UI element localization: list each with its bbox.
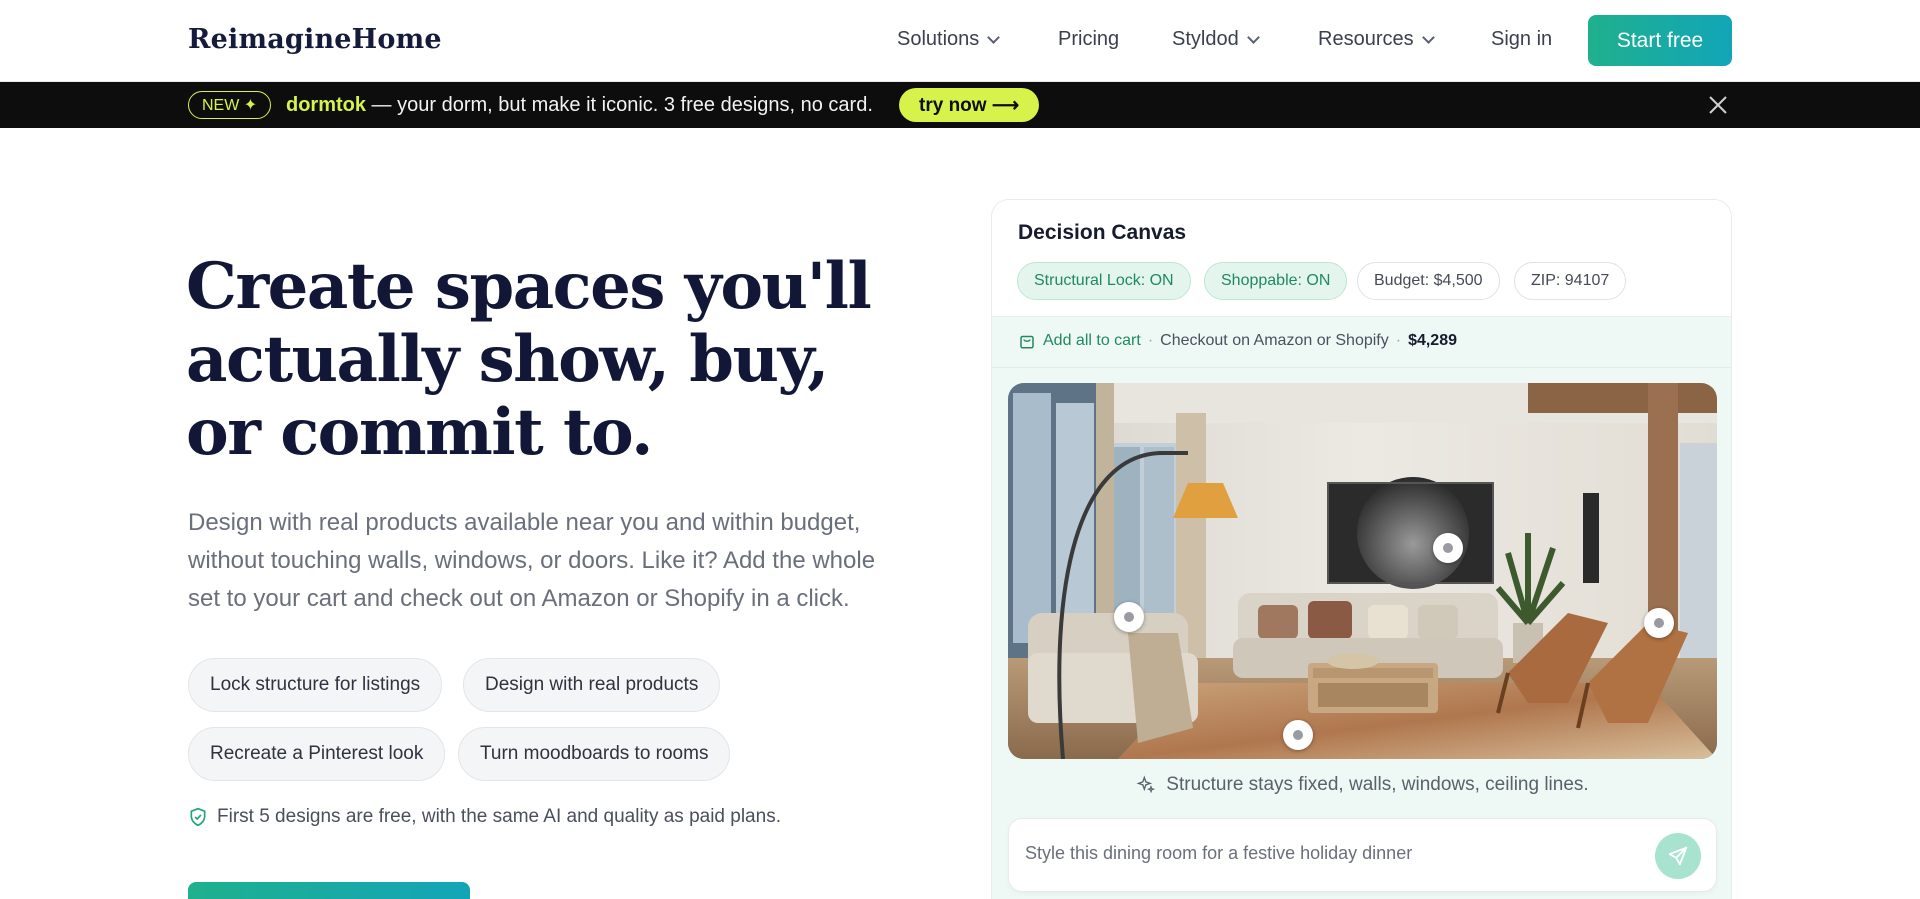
budget-pill[interactable]: Budget: $4,500	[1357, 262, 1500, 300]
card-header: Decision Canvas Structural Lock: ON Shop…	[992, 200, 1731, 317]
checkout-text: Checkout on Amazon or Shopify	[1160, 332, 1389, 349]
nav-solutions[interactable]: Solutions	[897, 28, 1001, 51]
divider	[992, 367, 1731, 368]
nav-styldod-label: Styldod	[1172, 28, 1239, 50]
free-note-text: First 5 designs are free, with the same …	[217, 806, 781, 827]
zip-pill[interactable]: ZIP: 94107	[1514, 262, 1627, 300]
nav-pricing-label: Pricing	[1058, 28, 1120, 50]
structure-note: Structure stays fixed, walls, windows, c…	[992, 774, 1731, 796]
structural-lock-pill[interactable]: Structural Lock: ON	[1017, 262, 1191, 300]
shoppable-pill[interactable]: Shoppable: ON	[1204, 262, 1348, 300]
prompt-input[interactable]	[1025, 843, 1625, 864]
announcement-brand: dormtok	[286, 94, 366, 116]
send-icon	[1668, 846, 1688, 866]
chevron-down-icon	[987, 30, 1001, 44]
chevron-down-icon	[1421, 30, 1435, 44]
chevron-down-icon	[1246, 30, 1260, 44]
nav-styldod[interactable]: Styldod	[1172, 28, 1260, 51]
nav-resources[interactable]: Resources	[1318, 28, 1435, 51]
cart-line: Add all to cart · Checkout on Amazon or …	[1018, 332, 1457, 350]
product-hotspot-art[interactable]	[1433, 533, 1463, 563]
top-navbar: ReimagineHome Solutions Pricing Styldod …	[0, 0, 1920, 82]
separator-dot: ·	[1395, 332, 1402, 349]
announcement-message: — your dorm, but make it iconic. 3 free …	[366, 94, 873, 116]
try-now-button[interactable]: try now ⟶	[899, 88, 1040, 122]
send-button[interactable]	[1655, 833, 1701, 879]
chip-pinterest-look[interactable]: Recreate a Pinterest look	[188, 727, 446, 781]
cart-total: $4,289	[1408, 332, 1457, 349]
product-hotspot-chair[interactable]	[1644, 608, 1674, 638]
start-free-button[interactable]: Start free	[1588, 15, 1732, 66]
logo[interactable]: ReimagineHome	[188, 24, 442, 55]
living-room-image	[1008, 383, 1717, 759]
primary-cta-button[interactable]	[188, 882, 470, 899]
structure-note-text: Structure stays fixed, walls, windows, c…	[1166, 774, 1589, 795]
shield-check-icon	[190, 807, 206, 827]
hero-subtitle: Design with real products available near…	[188, 509, 876, 612]
shopping-bag-icon	[1020, 335, 1034, 349]
add-all-to-cart-link[interactable]: Add all to cart	[1043, 332, 1141, 350]
sign-in-link[interactable]: Sign in	[1491, 28, 1552, 51]
nav-pricing[interactable]: Pricing	[1058, 28, 1119, 51]
sign-in-label: Sign in	[1491, 28, 1553, 50]
chip-real-products[interactable]: Design with real products	[463, 658, 721, 712]
announcement-bar: NEW ✦ dormtok — your dorm, but make it i…	[0, 82, 1920, 128]
room-render-image	[1008, 383, 1717, 759]
decision-canvas-card: Decision Canvas Structural Lock: ON Shop…	[991, 199, 1732, 899]
hero-title: Create spaces you'll actually show, buy,…	[186, 249, 872, 470]
sparkle-icon	[1136, 775, 1156, 794]
card-body: Add all to cart · Checkout on Amazon or …	[992, 317, 1731, 899]
close-icon[interactable]	[1706, 93, 1730, 117]
card-title: Decision Canvas	[1018, 221, 1187, 244]
free-designs-note: First 5 designs are free, with the same …	[188, 806, 781, 828]
chip-moodboards[interactable]: Turn moodboards to rooms	[458, 727, 731, 781]
new-badge: NEW ✦	[188, 91, 272, 119]
nav-resources-label: Resources	[1318, 28, 1414, 50]
product-hotspot-rug[interactable]	[1283, 720, 1313, 750]
product-hotspot-sofa[interactable]	[1114, 602, 1144, 632]
announcement-text: dormtok — your dorm, but make it iconic.…	[286, 94, 873, 117]
prompt-box	[1008, 818, 1717, 892]
chip-lock-structure[interactable]: Lock structure for listings	[188, 658, 443, 712]
separator-dot: ·	[1147, 332, 1154, 349]
nav-solutions-label: Solutions	[897, 28, 980, 50]
